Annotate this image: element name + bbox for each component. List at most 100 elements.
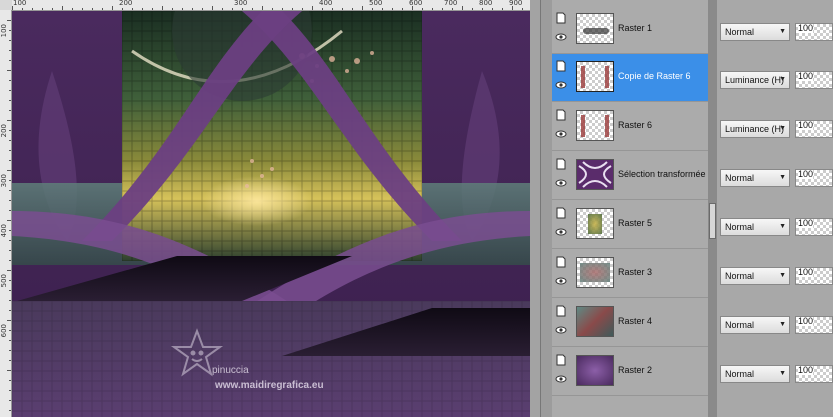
opacity-value: 100 [798, 120, 814, 130]
eye-icon[interactable] [555, 79, 567, 91]
layer-name[interactable]: Raster 4 [618, 316, 652, 326]
layer-document-icon[interactable] [555, 354, 567, 366]
layer-props-row: Normal ▼ 100 [717, 299, 833, 347]
eye-icon[interactable] [555, 324, 567, 336]
artwork-canvas[interactable]: pinuccia www.maidiregrafica.eu [12, 11, 530, 417]
layer-thumbnail [576, 110, 614, 141]
blend-mode-select[interactable]: Normal ▼ [720, 365, 790, 383]
ruler-top-label: 400 [319, 0, 333, 7]
layer-name[interactable]: Raster 2 [618, 365, 652, 375]
ruler-left: 100 200 300 400 500 600 [0, 10, 12, 417]
eye-icon[interactable] [555, 128, 567, 140]
chevron-down-icon: ▼ [779, 125, 786, 132]
artwork-image: pinuccia www.maidiregrafica.eu [12, 11, 530, 417]
ruler-left-label: 500 [0, 274, 8, 288]
layers-panel[interactable]: Raster 1 Copie de Raster 6 Raster 6 Séle… [552, 0, 708, 417]
opacity-field[interactable]: 100 [795, 120, 833, 138]
blend-mode-select[interactable]: Normal ▼ [720, 267, 790, 285]
ruler-top-label: 700 [444, 0, 458, 7]
layer-document-icon[interactable] [555, 158, 567, 170]
opacity-field[interactable]: 100 [795, 267, 833, 285]
opacity-value: 100 [798, 71, 814, 81]
eye-icon[interactable] [555, 177, 567, 189]
layer-props-row: Normal ▼ 100 [717, 6, 833, 54]
eye-icon[interactable] [555, 31, 567, 43]
layer-properties-panel: Normal ▼ 100 Luminance (H) ▼ 100 Luminance… [717, 0, 833, 417]
opacity-value: 100 [798, 169, 814, 179]
opacity-field[interactable]: 100 [795, 23, 833, 41]
chevron-down-icon: ▼ [779, 370, 786, 377]
opacity-field[interactable]: 100 [795, 169, 833, 187]
ruler-top-label: 200 [119, 0, 133, 7]
chevron-down-icon: ▼ [779, 223, 786, 230]
blend-mode-value: Luminance (H) [725, 75, 785, 85]
blend-mode-value: Luminance (H) [725, 124, 785, 134]
ruler-left-label: 200 [0, 124, 8, 138]
layer-row-selection-transformee[interactable]: Sélection transformée [552, 152, 708, 200]
layers-scrollbar[interactable] [708, 0, 717, 417]
layer-thumbnail [576, 355, 614, 386]
blend-mode-select[interactable]: Luminance (H) ▼ [720, 71, 790, 89]
layer-name[interactable]: Raster 5 [618, 218, 652, 228]
layer-props-row: Luminance (H) ▼ 100 [717, 54, 833, 102]
blend-mode-value: Normal [725, 222, 755, 232]
layer-row-raster-1[interactable]: Raster 1 [552, 6, 708, 54]
layer-row-raster-4[interactable]: Raster 4 [552, 299, 708, 347]
layer-row-raster-6[interactable]: Raster 6 [552, 103, 708, 151]
layer-name[interactable]: Raster 6 [618, 120, 652, 130]
layer-thumbnail [576, 208, 614, 239]
canvas-area[interactable]: 100 200 300 400 500 600 700 800 900 100 … [0, 0, 540, 417]
layer-props-row: Normal ▼ 100 [717, 152, 833, 200]
ruler-top-label: 300 [234, 0, 248, 7]
layer-document-icon[interactable] [555, 60, 567, 72]
opacity-value: 100 [798, 23, 814, 33]
layer-props-row: Luminance (H) ▼ 100 [717, 103, 833, 151]
watermark-name: pinuccia [212, 365, 249, 376]
chevron-down-icon: ▼ [779, 76, 786, 83]
eye-icon[interactable] [555, 226, 567, 238]
eye-icon[interactable] [555, 373, 567, 385]
ruler-left-label: 300 [0, 174, 8, 188]
ruler-top-label: 100 [13, 0, 27, 7]
layer-name[interactable]: Sélection transformée [618, 169, 706, 179]
blend-mode-value: Normal [725, 271, 755, 281]
blend-mode-select[interactable]: Luminance (H) ▼ [720, 120, 790, 138]
layer-document-icon[interactable] [555, 207, 567, 219]
opacity-field[interactable]: 100 [795, 218, 833, 236]
layer-thumbnail [576, 159, 614, 190]
layer-row-raster-3[interactable]: Raster 3 [552, 250, 708, 298]
layer-name[interactable]: Raster 3 [618, 267, 652, 277]
layer-thumbnail [576, 61, 614, 92]
layer-row-copie-de-raster-6[interactable]: Copie de Raster 6 [552, 54, 708, 102]
layer-props-row: Normal ▼ 100 [717, 250, 833, 298]
blend-mode-select[interactable]: Normal ▼ [720, 23, 790, 41]
layer-props-row: Normal ▼ 100 [717, 201, 833, 249]
blend-mode-value: Normal [725, 369, 755, 379]
layer-name[interactable]: Copie de Raster 6 [618, 71, 691, 81]
blend-mode-value: Normal [725, 173, 755, 183]
blend-mode-select[interactable]: Normal ▼ [720, 169, 790, 187]
ruler-top: 100 200 300 400 500 600 700 800 900 [12, 0, 530, 11]
ruler-top-label: 900 [509, 0, 523, 7]
scrollbar-handle[interactable] [709, 203, 716, 239]
chevron-down-icon: ▼ [779, 28, 786, 35]
layer-document-icon[interactable] [555, 109, 567, 121]
opacity-field[interactable]: 100 [795, 365, 833, 383]
layer-name[interactable]: Raster 1 [618, 23, 652, 33]
opacity-field[interactable]: 100 [795, 71, 833, 89]
ruler-left-label: 400 [0, 224, 8, 238]
opacity-field[interactable]: 100 [795, 316, 833, 334]
blend-mode-select[interactable]: Normal ▼ [720, 316, 790, 334]
layer-document-icon[interactable] [555, 12, 567, 24]
layer-document-icon[interactable] [555, 256, 567, 268]
blend-mode-select[interactable]: Normal ▼ [720, 218, 790, 236]
watermark-url: www.maidiregrafica.eu [214, 380, 324, 391]
layer-props-row: Normal ▼ 100 [717, 348, 833, 396]
eye-icon[interactable] [555, 275, 567, 287]
layer-thumbnail [576, 306, 614, 337]
chevron-down-icon: ▼ [779, 321, 786, 328]
layer-row-raster-2[interactable]: Raster 2 [552, 348, 708, 396]
opacity-value: 100 [798, 365, 814, 375]
layer-document-icon[interactable] [555, 305, 567, 317]
layer-row-raster-5[interactable]: Raster 5 [552, 201, 708, 249]
